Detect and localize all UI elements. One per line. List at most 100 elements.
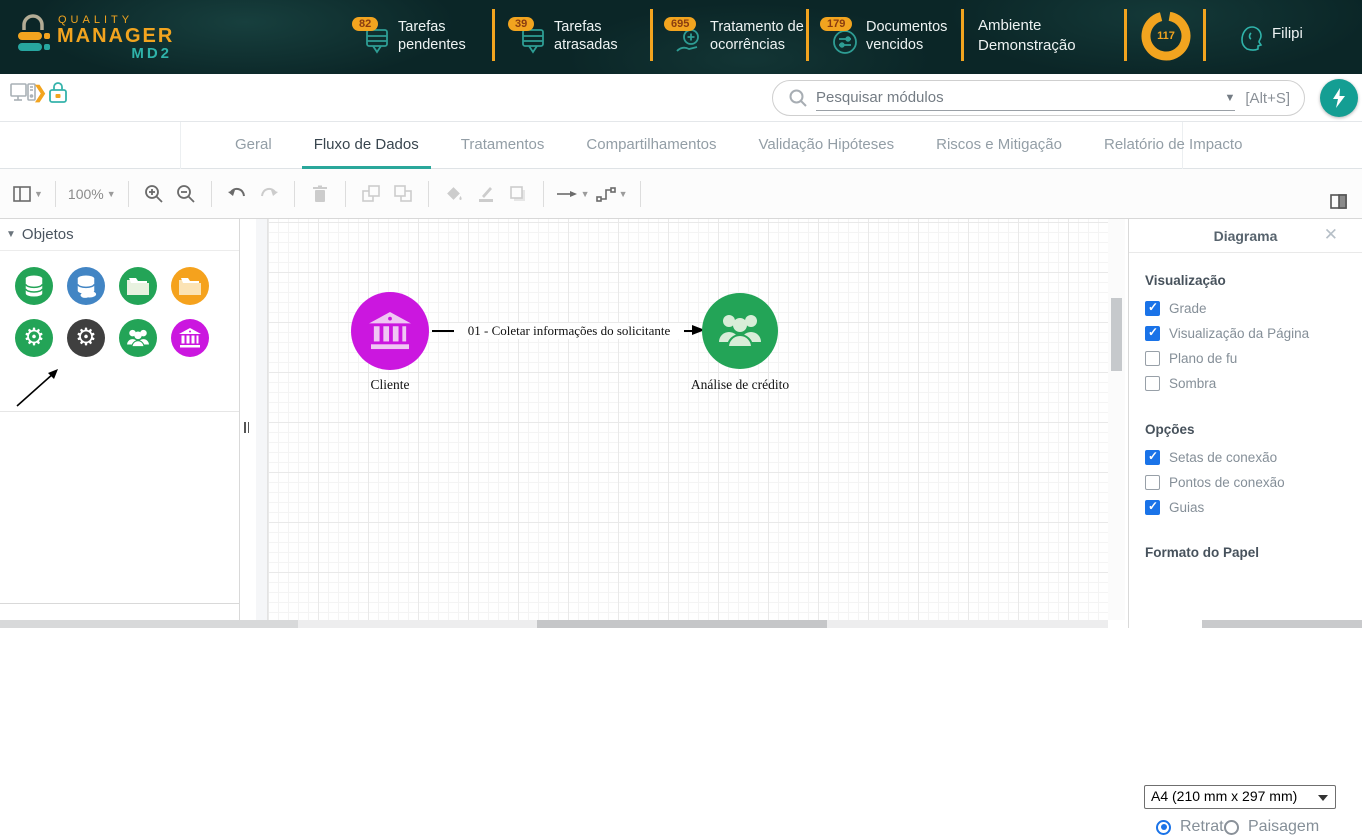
- search-dropdown-caret-icon[interactable]: ▼: [1225, 92, 1236, 104]
- close-icon[interactable]: ✕: [1324, 225, 1338, 245]
- section-formato-papel: Formato do Papel: [1145, 545, 1259, 560]
- panel-divider: [0, 411, 239, 412]
- zoom-in-icon[interactable]: [141, 179, 167, 209]
- module-search[interactable]: Pesquisar módulos ▼ [Alt+S]: [772, 80, 1305, 116]
- paper-size-select[interactable]: A4 (210 mm x 297 mm): [1144, 785, 1336, 809]
- count-badge: 695: [664, 17, 696, 31]
- shadow-icon[interactable]: [505, 179, 531, 209]
- panel-divider: [0, 603, 239, 604]
- fill-color-icon[interactable]: [441, 179, 467, 209]
- shape-folder-orange[interactable]: [171, 267, 209, 305]
- orientation-portrait[interactable]: Retrato: [1156, 818, 1232, 836]
- search-placeholder[interactable]: Pesquisar módulos: [816, 89, 944, 106]
- portrait-radio[interactable]: [1156, 820, 1171, 835]
- tasks-late-icon: [518, 27, 548, 57]
- lightning-icon: [1331, 88, 1347, 108]
- bank-icon: [369, 312, 411, 350]
- option-shadow[interactable]: Sombra: [1145, 376, 1216, 391]
- undo-icon[interactable]: [224, 179, 250, 209]
- option-page-view[interactable]: Visualização da Página: [1145, 326, 1309, 341]
- header-divider: [961, 9, 964, 61]
- option-guides[interactable]: Guias: [1145, 500, 1204, 515]
- zoom-out-icon[interactable]: [173, 179, 199, 209]
- stat-label-line1: Tratamento de: [710, 18, 804, 36]
- stat-tarefas-atrasadas[interactable]: 39 Tarefas atrasadas: [508, 10, 640, 64]
- canvas-vertical-scrollbar[interactable]: [1108, 219, 1125, 620]
- objects-panel: ▼ Objetos ⚙ ⚙: [0, 219, 240, 628]
- background-checkbox[interactable]: [1145, 351, 1160, 366]
- points-checkbox[interactable]: [1145, 475, 1160, 490]
- tab-strip: Geral Fluxo de Dados Tratamentos Compart…: [0, 122, 1362, 169]
- stat-tarefas-pendentes[interactable]: 82 Tarefas pendentes: [352, 10, 484, 64]
- tab-fluxo-de-dados[interactable]: Fluxo de Dados: [314, 122, 419, 169]
- breadcrumb-chevron-icon: ❯: [33, 83, 47, 103]
- format-panel-toggle-icon[interactable]: [1325, 186, 1351, 216]
- stat-tratamento-ocorrencias[interactable]: 695 Tratamento de ocorrências: [664, 10, 804, 64]
- tab-geral[interactable]: Geral: [235, 122, 272, 169]
- option-connection-arrows[interactable]: Setas de conexão: [1145, 450, 1277, 465]
- shape-database-cloud-blue[interactable]: [67, 267, 105, 305]
- option-background[interactable]: Plano de fu: [1145, 351, 1237, 366]
- line-color-icon[interactable]: [473, 179, 499, 209]
- stat-documentos-vencidos[interactable]: 179 Documentos vencidos: [820, 10, 954, 64]
- people-icon: [717, 313, 763, 349]
- tab-relatorio-impacto[interactable]: Relatório de Impacto: [1104, 122, 1242, 169]
- option-connection-points[interactable]: Pontos de conexão: [1145, 475, 1285, 490]
- option-grade[interactable]: Grade: [1145, 301, 1207, 316]
- connection-style-icon[interactable]: ▼: [556, 179, 590, 209]
- privacy-lock-icon[interactable]: [48, 81, 68, 105]
- grade-checkbox[interactable]: [1145, 301, 1160, 316]
- occurrences-icon: [674, 27, 704, 57]
- tab-tratamentos[interactable]: Tratamentos: [461, 122, 545, 169]
- node-label-cliente[interactable]: Cliente: [351, 377, 429, 393]
- panel-resize-handle[interactable]: [244, 420, 252, 432]
- stat-label-line2: atrasadas: [554, 36, 618, 54]
- tab-validacao-hipoteses[interactable]: Validação Hipóteses: [758, 122, 894, 169]
- user-profile-icon[interactable]: [1238, 19, 1266, 53]
- shape-bank-magenta[interactable]: [171, 319, 209, 357]
- section-visualizacao: Visualização: [1145, 273, 1226, 288]
- orientation-landscape[interactable]: Paisagem: [1224, 818, 1319, 836]
- scrollbar-thumb[interactable]: [537, 620, 827, 628]
- app-logo-icon: [16, 12, 54, 60]
- landscape-radio[interactable]: [1224, 820, 1239, 835]
- shape-gear-green[interactable]: ⚙: [15, 319, 53, 357]
- to-front-icon[interactable]: [358, 179, 384, 209]
- shape-people-green[interactable]: [119, 319, 157, 357]
- user-name[interactable]: Filipi: [1272, 25, 1303, 42]
- objects-panel-header[interactable]: ▼ Objetos: [0, 219, 239, 251]
- stat-label-line1: Tarefas: [398, 18, 466, 36]
- guides-checkbox[interactable]: [1145, 500, 1160, 515]
- search-shortcut-hint: [Alt+S]: [1245, 90, 1290, 107]
- count-badge: 39: [508, 17, 534, 31]
- delete-icon[interactable]: [307, 179, 333, 209]
- gear-icon: ⚙: [23, 326, 45, 350]
- scrollbar-thumb[interactable]: [1111, 298, 1122, 371]
- app-header: QUALITY MANAGER MD2 82 Tarefas pendentes…: [0, 0, 1362, 74]
- waypoint-style-icon[interactable]: ▼: [596, 179, 628, 209]
- shape-gear-cloud-dark[interactable]: ⚙: [67, 319, 105, 357]
- tab-riscos-mitigacao[interactable]: Riscos e Mitigação: [936, 122, 1062, 169]
- shadow-checkbox[interactable]: [1145, 376, 1160, 391]
- redo-icon[interactable]: [256, 179, 282, 209]
- quick-action-button[interactable]: [1320, 79, 1358, 117]
- node-label-analise[interactable]: Análise de crédito: [662, 377, 818, 393]
- header-divider: [492, 9, 495, 61]
- environment-label: Ambiente Demonstração: [978, 16, 1076, 56]
- stat-label-line2: vencidos: [866, 36, 947, 54]
- shape-arrow-connector[interactable]: [14, 367, 60, 409]
- arrows-checkbox[interactable]: [1145, 450, 1160, 465]
- zoom-level-dropdown[interactable]: 100% ▼: [68, 179, 116, 209]
- shape-database-green[interactable]: [15, 267, 53, 305]
- view-panel-icon[interactable]: ▼: [13, 179, 43, 209]
- to-back-icon[interactable]: [390, 179, 416, 209]
- edge-label[interactable]: 01 - Coletar informações do solicitante: [454, 323, 684, 339]
- diagram-canvas[interactable]: 01 - Coletar informações do solicitante …: [256, 219, 1108, 620]
- node-analise-credito[interactable]: [702, 293, 778, 369]
- header-divider: [1203, 9, 1206, 61]
- node-cliente[interactable]: [351, 292, 429, 370]
- tab-compartilhamentos[interactable]: Compartilhamentos: [586, 122, 716, 169]
- score-gauge[interactable]: 117: [1139, 8, 1193, 64]
- shape-folder-green[interactable]: [119, 267, 157, 305]
- page-view-checkbox[interactable]: [1145, 326, 1160, 341]
